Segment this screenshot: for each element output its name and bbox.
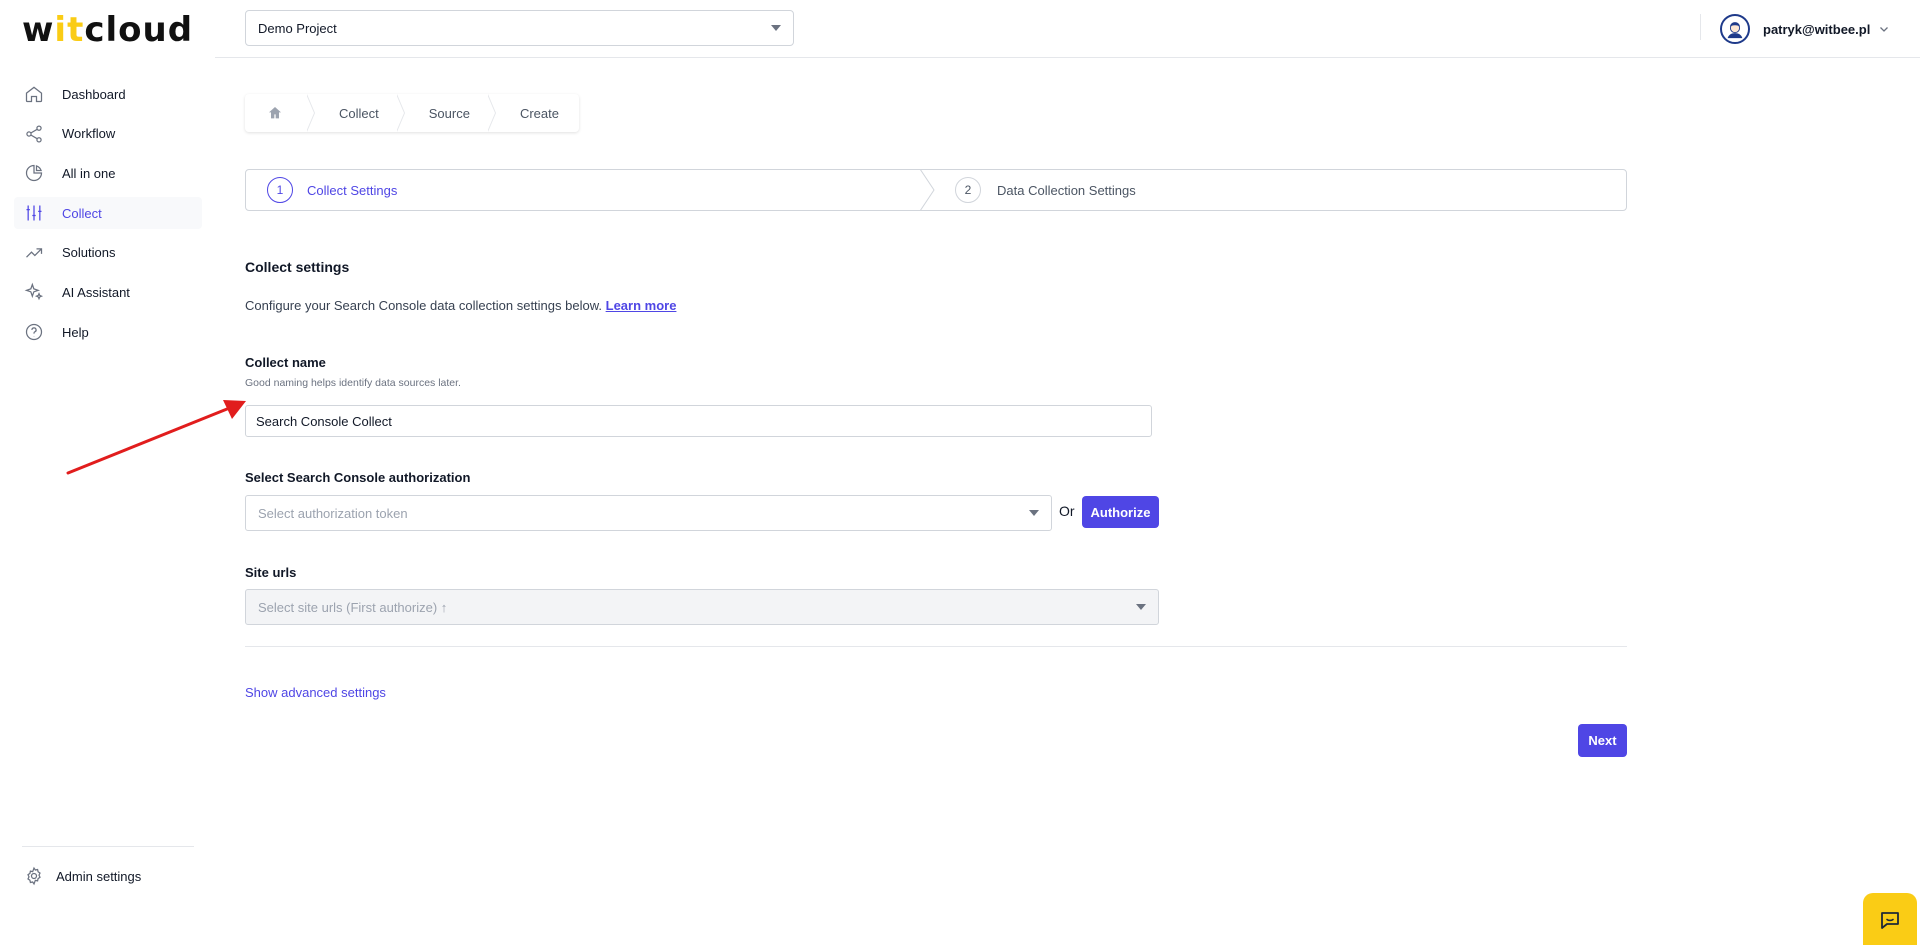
caret-down-icon <box>771 25 781 31</box>
site-urls-placeholder: Select site urls (First authorize) ↑ <box>258 599 448 615</box>
next-button[interactable]: Next <box>1578 724 1627 757</box>
section-description: Configure your Search Console data colle… <box>245 298 677 313</box>
site-urls-select[interactable]: Select site urls (First authorize) ↑ <box>245 589 1159 625</box>
collect-name-help: Good naming helps identify data sources … <box>245 377 461 389</box>
chevron-down-icon <box>1880 27 1889 32</box>
authorize-button[interactable]: Authorize <box>1082 496 1159 528</box>
breadcrumb-source[interactable]: Source <box>399 94 497 132</box>
sidebar-item-label: All in one <box>62 165 116 181</box>
breadcrumb: Collect Source Create <box>245 94 579 132</box>
trending-up-icon <box>23 242 45 264</box>
sidebar-item-collect[interactable]: Collect <box>14 197 202 230</box>
show-advanced-settings-link[interactable]: Show advanced settings <box>245 685 386 700</box>
breadcrumb-create[interactable]: Create <box>490 94 579 132</box>
breadcrumb-collect[interactable]: Collect <box>309 94 405 132</box>
witcloud-logo[interactable]: w it cloud <box>22 10 193 50</box>
top-header: Demo Project patryk@witbee.pl <box>215 0 1920 58</box>
sidebar-item-ai-assistant[interactable]: AI Assistant <box>14 276 202 308</box>
avatar <box>1720 14 1750 44</box>
step-number: 2 <box>955 177 981 203</box>
authorization-label: Select Search Console authorization <box>245 470 471 485</box>
sliders-icon <box>23 202 45 224</box>
gear-icon <box>27 866 41 886</box>
sidebar-item-label: AI Assistant <box>62 284 130 300</box>
user-menu[interactable]: patryk@witbee.pl <box>1720 14 1890 44</box>
section-title: Collect settings <box>245 259 350 275</box>
user-avatar-icon <box>1727 22 1743 39</box>
sidebar-item-label: Collect <box>62 205 102 221</box>
learn-more-link[interactable]: Learn more <box>606 298 677 313</box>
home-icon <box>23 83 45 105</box>
form-divider <box>245 646 1627 647</box>
sidebar-nav: Dashboard Workflow All in one Collect So… <box>14 78 202 356</box>
sidebar-divider <box>22 846 194 847</box>
sidebar-item-solutions[interactable]: Solutions <box>14 237 202 269</box>
project-select[interactable]: Demo Project <box>245 10 794 46</box>
sidebar-item-dashboard[interactable]: Dashboard <box>14 78 202 110</box>
project-select-value: Demo Project <box>258 20 337 36</box>
step-label: Collect Settings <box>307 182 398 198</box>
caret-down-icon <box>1136 604 1146 610</box>
site-urls-label: Site urls <box>245 565 297 580</box>
sidebar-item-workflow[interactable]: Workflow <box>14 118 202 150</box>
step-collect-settings[interactable]: 1 Collect Settings <box>246 170 921 210</box>
authorization-token-select[interactable]: Select authorization token <box>245 495 1052 531</box>
or-separator: Or <box>1059 503 1075 519</box>
authorization-token-placeholder: Select authorization token <box>258 505 408 521</box>
admin-settings-label: Admin settings <box>56 868 142 884</box>
sidebar: w it cloud Dashboard Workflow All in one C… <box>0 0 215 945</box>
share-icon <box>23 123 45 145</box>
breadcrumb-home[interactable] <box>245 94 315 132</box>
caret-down-icon <box>1029 510 1039 516</box>
collect-name-label: Collect name <box>245 355 326 370</box>
sidebar-item-help[interactable]: Help <box>14 316 202 348</box>
admin-settings-link[interactable]: Admin settings <box>24 866 141 886</box>
header-divider <box>1700 14 1701 40</box>
sidebar-item-label: Solutions <box>62 245 116 261</box>
help-circle-icon <box>23 321 45 343</box>
step-data-collection-settings[interactable]: 2 Data Collection Settings <box>921 170 1626 210</box>
user-email: patryk@witbee.pl <box>1763 21 1871 37</box>
chat-widget-button[interactable] <box>1863 893 1917 945</box>
stepper: 1 Collect Settings 2 Data Collection Set… <box>245 169 1627 211</box>
home-icon <box>269 107 281 119</box>
sidebar-item-all-in-one[interactable]: All in one <box>14 157 202 189</box>
sidebar-item-label: Workflow <box>62 126 116 142</box>
chat-bubble-icon <box>1881 912 1899 929</box>
step-number: 1 <box>267 177 293 203</box>
sparkles-icon <box>23 281 45 303</box>
collect-name-input[interactable] <box>245 405 1152 437</box>
pie-chart-icon <box>23 162 45 184</box>
step-label: Data Collection Settings <box>997 182 1136 198</box>
sidebar-item-label: Dashboard <box>62 86 126 102</box>
sidebar-item-label: Help <box>62 324 89 340</box>
